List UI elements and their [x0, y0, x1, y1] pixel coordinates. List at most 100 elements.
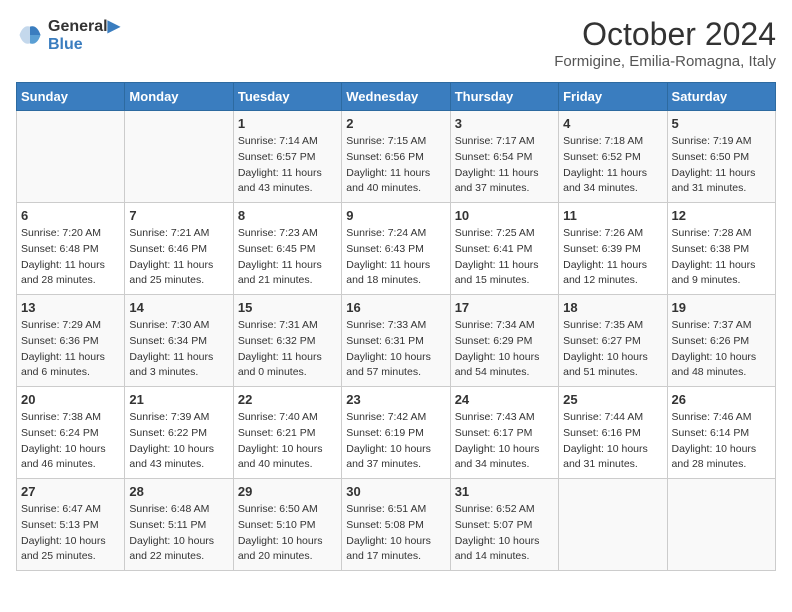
calendar-cell: 6 Sunrise: 7:20 AMSunset: 6:48 PMDaylight…: [17, 203, 125, 295]
calendar-cell: 29 Sunrise: 6:50 AMSunset: 5:10 PMDayligh…: [233, 479, 341, 571]
day-info: Sunrise: 7:42 AMSunset: 6:19 PMDaylight:…: [346, 410, 445, 473]
month-title: October 2024: [554, 16, 776, 53]
calendar-cell: [17, 111, 125, 203]
day-number: 27: [21, 484, 120, 499]
calendar-cell: 1 Sunrise: 7:14 AMSunset: 6:57 PMDaylight…: [233, 111, 341, 203]
week-row: 20 Sunrise: 7:38 AMSunset: 6:24 PMDayligh…: [17, 387, 776, 479]
day-info: Sunrise: 6:52 AMSunset: 5:07 PMDaylight:…: [455, 502, 554, 565]
day-info: Sunrise: 7:34 AMSunset: 6:29 PMDaylight:…: [455, 318, 554, 381]
day-info: Sunrise: 7:37 AMSunset: 6:26 PMDaylight:…: [672, 318, 771, 381]
day-number: 15: [238, 300, 337, 315]
week-row: 27 Sunrise: 6:47 AMSunset: 5:13 PMDayligh…: [17, 479, 776, 571]
calendar-cell: 25 Sunrise: 7:44 AMSunset: 6:16 PMDayligh…: [559, 387, 667, 479]
day-info: Sunrise: 7:29 AMSunset: 6:36 PMDaylight:…: [21, 318, 120, 381]
calendar-cell: 22 Sunrise: 7:40 AMSunset: 6:21 PMDayligh…: [233, 387, 341, 479]
day-number: 25: [563, 392, 662, 407]
day-number: 8: [238, 208, 337, 223]
day-info: Sunrise: 7:43 AMSunset: 6:17 PMDaylight:…: [455, 410, 554, 473]
day-number: 17: [455, 300, 554, 315]
day-number: 11: [563, 208, 662, 223]
day-info: Sunrise: 7:46 AMSunset: 6:14 PMDaylight:…: [672, 410, 771, 473]
day-info: Sunrise: 7:14 AMSunset: 6:57 PMDaylight:…: [238, 134, 337, 197]
calendar-cell: 8 Sunrise: 7:23 AMSunset: 6:45 PMDaylight…: [233, 203, 341, 295]
day-number: 9: [346, 208, 445, 223]
calendar-cell: 18 Sunrise: 7:35 AMSunset: 6:27 PMDayligh…: [559, 295, 667, 387]
day-info: Sunrise: 7:25 AMSunset: 6:41 PMDaylight:…: [455, 226, 554, 289]
header-monday: Monday: [125, 83, 233, 111]
calendar-cell: 14Sunrise: 7:30 AMSunset: 6:34 PMDayligh…: [125, 295, 233, 387]
day-number: 3: [455, 116, 554, 131]
day-info: Sunrise: 7:20 AMSunset: 6:48 PMDaylight:…: [21, 226, 120, 289]
day-number: 1: [238, 116, 337, 131]
day-info: Sunrise: 7:35 AMSunset: 6:27 PMDaylight:…: [563, 318, 662, 381]
header-thursday: Thursday: [450, 83, 558, 111]
day-number: 31: [455, 484, 554, 499]
day-number: 28: [129, 484, 228, 499]
day-info: Sunrise: 7:30 AMSunset: 6:34 PMDaylight:…: [129, 318, 228, 381]
day-number: 12: [672, 208, 771, 223]
calendar-cell: 26Sunrise: 7:46 AMSunset: 6:14 PMDayligh…: [667, 387, 775, 479]
day-info: Sunrise: 7:28 AMSunset: 6:38 PMDaylight:…: [672, 226, 771, 289]
logo-icon: [16, 21, 44, 49]
day-info: Sunrise: 6:48 AMSunset: 5:11 PMDaylight:…: [129, 502, 228, 565]
calendar-cell: 23Sunrise: 7:42 AMSunset: 6:19 PMDayligh…: [342, 387, 450, 479]
calendar-cell: 5 Sunrise: 7:19 AMSunset: 6:50 PMDaylight…: [667, 111, 775, 203]
day-info: Sunrise: 6:51 AMSunset: 5:08 PMDaylight:…: [346, 502, 445, 565]
calendar-cell: 19 Sunrise: 7:37 AMSunset: 6:26 PMDayligh…: [667, 295, 775, 387]
header-tuesday: Tuesday: [233, 83, 341, 111]
day-number: 5: [672, 116, 771, 131]
calendar-table: SundayMondayTuesdayWednesdayThursdayFrid…: [16, 82, 776, 571]
day-info: Sunrise: 7:38 AMSunset: 6:24 PMDaylight:…: [21, 410, 120, 473]
calendar-cell: 3 Sunrise: 7:17 AMSunset: 6:54 PMDaylight…: [450, 111, 558, 203]
calendar-cell: 27 Sunrise: 6:47 AMSunset: 5:13 PMDayligh…: [17, 479, 125, 571]
header-saturday: Saturday: [667, 83, 775, 111]
day-info: Sunrise: 6:50 AMSunset: 5:10 PMDaylight:…: [238, 502, 337, 565]
day-info: Sunrise: 7:40 AMSunset: 6:21 PMDaylight:…: [238, 410, 337, 473]
calendar-cell: 9 Sunrise: 7:24 AMSunset: 6:43 PMDaylight…: [342, 203, 450, 295]
day-number: 10: [455, 208, 554, 223]
day-info: Sunrise: 6:47 AMSunset: 5:13 PMDaylight:…: [21, 502, 120, 565]
calendar-cell: [559, 479, 667, 571]
day-number: 13: [21, 300, 120, 315]
calendar-cell: 20 Sunrise: 7:38 AMSunset: 6:24 PMDayligh…: [17, 387, 125, 479]
calendar-cell: 30 Sunrise: 6:51 AMSunset: 5:08 PMDayligh…: [342, 479, 450, 571]
day-number: 18: [563, 300, 662, 315]
day-number: 19: [672, 300, 771, 315]
calendar-cell: 28 Sunrise: 6:48 AMSunset: 5:11 PMDayligh…: [125, 479, 233, 571]
calendar-cell: 15Sunrise: 7:31 AMSunset: 6:32 PMDayligh…: [233, 295, 341, 387]
day-info: Sunrise: 7:24 AMSunset: 6:43 PMDaylight:…: [346, 226, 445, 289]
day-info: Sunrise: 7:17 AMSunset: 6:54 PMDaylight:…: [455, 134, 554, 197]
calendar-cell: 13 Sunrise: 7:29 AMSunset: 6:36 PMDayligh…: [17, 295, 125, 387]
calendar-cell: 4Sunrise: 7:18 AMSunset: 6:52 PMDaylight…: [559, 111, 667, 203]
day-info: Sunrise: 7:18 AMSunset: 6:52 PMDaylight:…: [563, 134, 662, 197]
logo: General▶ Blue: [16, 16, 120, 54]
day-info: Sunrise: 7:15 AMSunset: 6:56 PMDaylight:…: [346, 134, 445, 197]
day-info: Sunrise: 7:44 AMSunset: 6:16 PMDaylight:…: [563, 410, 662, 473]
day-number: 20: [21, 392, 120, 407]
week-row: 13 Sunrise: 7:29 AMSunset: 6:36 PMDayligh…: [17, 295, 776, 387]
day-number: 6: [21, 208, 120, 223]
calendar-cell: [125, 111, 233, 203]
calendar-cell: 31 Sunrise: 6:52 AMSunset: 5:07 PMDayligh…: [450, 479, 558, 571]
calendar-cell: 7Sunrise: 7:21 AMSunset: 6:46 PMDaylight…: [125, 203, 233, 295]
title-block: October 2024 Formigine, Emilia-Romagna, …: [554, 16, 776, 70]
day-number: 16: [346, 300, 445, 315]
calendar-cell: 16Sunrise: 7:33 AMSunset: 6:31 PMDayligh…: [342, 295, 450, 387]
day-number: 30: [346, 484, 445, 499]
header-friday: Friday: [559, 83, 667, 111]
calendar-cell: 11 Sunrise: 7:26 AMSunset: 6:39 PMDayligh…: [559, 203, 667, 295]
day-number: 7: [129, 208, 228, 223]
day-number: 22: [238, 392, 337, 407]
day-number: 24: [455, 392, 554, 407]
calendar-cell: [667, 479, 775, 571]
day-info: Sunrise: 7:23 AMSunset: 6:45 PMDaylight:…: [238, 226, 337, 289]
day-info: Sunrise: 7:26 AMSunset: 6:39 PMDaylight:…: [563, 226, 662, 289]
calendar-cell: 24 Sunrise: 7:43 AMSunset: 6:17 PMDayligh…: [450, 387, 558, 479]
day-number: 29: [238, 484, 337, 499]
page-header: General▶ Blue October 2024 Formigine, Em…: [16, 16, 776, 70]
day-info: Sunrise: 7:19 AMSunset: 6:50 PMDaylight:…: [672, 134, 771, 197]
day-number: 21: [129, 392, 228, 407]
calendar-cell: 17 Sunrise: 7:34 AMSunset: 6:29 PMDayligh…: [450, 295, 558, 387]
calendar-cell: 12 Sunrise: 7:28 AMSunset: 6:38 PMDayligh…: [667, 203, 775, 295]
week-row: 1 Sunrise: 7:14 AMSunset: 6:57 PMDaylight…: [17, 111, 776, 203]
